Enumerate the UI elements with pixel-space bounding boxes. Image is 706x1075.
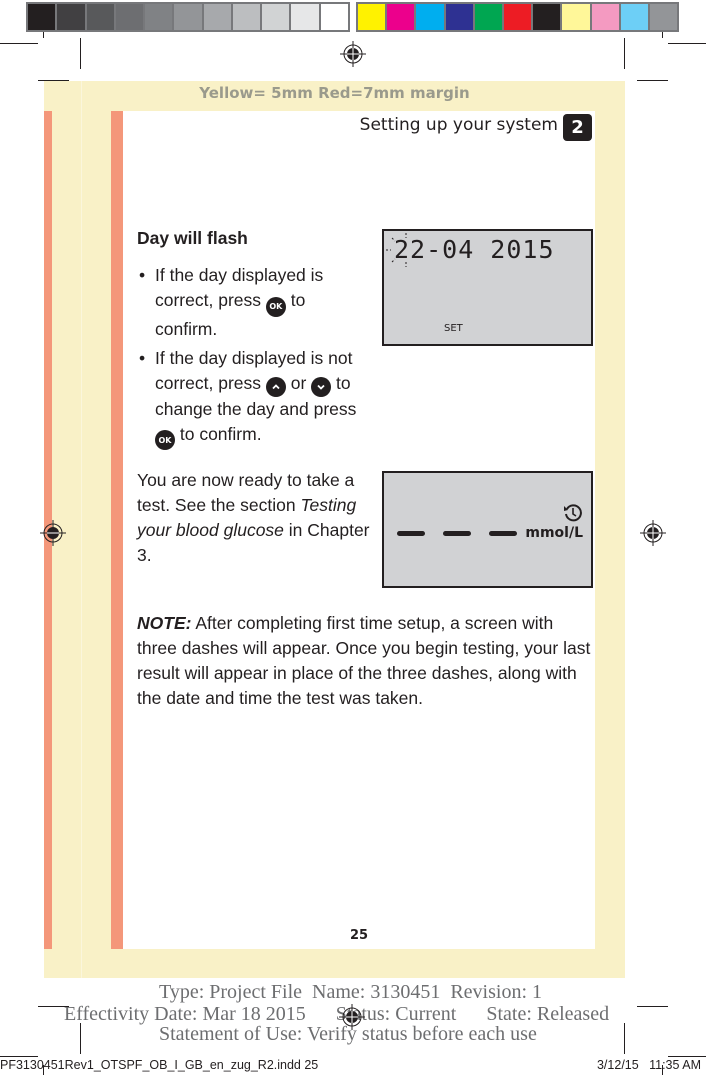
gray-swatch bbox=[291, 4, 319, 30]
gray-swatch bbox=[174, 4, 202, 30]
instruction-text: or bbox=[285, 372, 312, 393]
print-timestamp: 3/12/15 11:35 AM bbox=[596, 1058, 701, 1072]
chapter-title: Setting up your system bbox=[359, 115, 558, 135]
ready-paragraph: You are now ready to take a test. See th… bbox=[137, 468, 372, 568]
crop-mark bbox=[80, 1023, 81, 1054]
process-color-bar bbox=[356, 2, 679, 32]
margin-guide-line bbox=[81, 81, 82, 978]
list-item: • If the day displayed is correct, press… bbox=[137, 263, 372, 342]
color-swatch bbox=[387, 4, 415, 30]
document-status-line-1: Type: Project File Name: 3130451 Revisio… bbox=[159, 981, 542, 1003]
note-label: NOTE: bbox=[137, 613, 192, 633]
instruction-text: to confirm. bbox=[175, 423, 262, 444]
bullet: • bbox=[139, 265, 146, 285]
color-swatch bbox=[591, 4, 619, 30]
lcd-unit-label: mmol/L bbox=[525, 525, 583, 541]
history-clock-icon bbox=[564, 504, 582, 522]
gray-swatch bbox=[28, 4, 56, 30]
gray-swatch bbox=[320, 4, 348, 30]
gray-swatch bbox=[232, 4, 261, 30]
down-arrow-button-icon bbox=[311, 376, 332, 397]
color-swatch bbox=[474, 4, 502, 30]
color-swatch bbox=[533, 4, 561, 30]
crop-mark bbox=[662, 32, 663, 38]
gray-swatch bbox=[57, 4, 85, 30]
color-swatch bbox=[358, 4, 386, 30]
meter-screen-date-setting: 22-04 2015 SET bbox=[382, 229, 593, 346]
lcd-dash bbox=[489, 531, 517, 536]
registration-mark-icon bbox=[340, 41, 366, 67]
crop-mark bbox=[80, 38, 81, 69]
list-item: • If the day displayed is not correct, p… bbox=[137, 346, 372, 450]
crop-mark bbox=[0, 43, 38, 44]
color-swatch bbox=[620, 4, 648, 30]
color-swatch bbox=[503, 4, 532, 30]
crop-mark bbox=[43, 32, 44, 38]
gray-swatch bbox=[86, 4, 114, 30]
instruction-list: • If the day displayed is correct, press… bbox=[137, 263, 372, 454]
up-arrow-button-icon bbox=[265, 376, 286, 397]
lcd-dash bbox=[397, 531, 425, 536]
crop-mark bbox=[624, 1023, 625, 1054]
bullet: • bbox=[139, 347, 146, 368]
color-swatch bbox=[416, 4, 444, 30]
registration-mark-icon bbox=[339, 1004, 365, 1030]
red-margin-strip bbox=[111, 111, 123, 949]
ok-button-icon: OK bbox=[265, 296, 286, 317]
note-paragraph: NOTE: After completing first time setup,… bbox=[137, 611, 595, 711]
lcd-date-display: 22-04 2015 bbox=[394, 235, 555, 264]
crop-mark bbox=[668, 1056, 706, 1057]
margin-guide-label: Yellow= 5mm Red=7mm margin bbox=[199, 84, 470, 102]
grayscale-color-bar bbox=[26, 2, 350, 32]
registration-mark-icon bbox=[40, 520, 66, 546]
crop-mark bbox=[668, 43, 706, 44]
ok-button-icon: OK bbox=[155, 430, 175, 450]
crop-mark bbox=[624, 38, 625, 69]
chapter-number-badge: 2 bbox=[563, 114, 592, 141]
registration-mark-icon bbox=[640, 520, 666, 546]
crop-mark bbox=[637, 1006, 668, 1007]
color-swatch bbox=[562, 4, 590, 30]
gray-swatch bbox=[115, 4, 144, 30]
crop-mark bbox=[0, 1056, 38, 1057]
page-number: 25 bbox=[349, 928, 369, 943]
gray-swatch bbox=[145, 4, 173, 30]
color-swatch bbox=[445, 4, 473, 30]
lcd-dash bbox=[443, 531, 471, 536]
section-heading: Day will flash bbox=[137, 228, 248, 248]
file-slug: PF3130451Rev1_OTSPF_OB_I_GB_en_zug_R2.in… bbox=[0, 1058, 319, 1072]
note-text: After completing first time setup, a scr… bbox=[137, 613, 591, 708]
lcd-set-label: SET bbox=[444, 323, 463, 334]
gray-swatch bbox=[203, 4, 231, 30]
crop-mark bbox=[637, 80, 668, 81]
meter-screen-no-result: mmol/L bbox=[382, 471, 593, 588]
gray-swatch bbox=[262, 4, 290, 30]
color-swatch bbox=[649, 4, 678, 30]
